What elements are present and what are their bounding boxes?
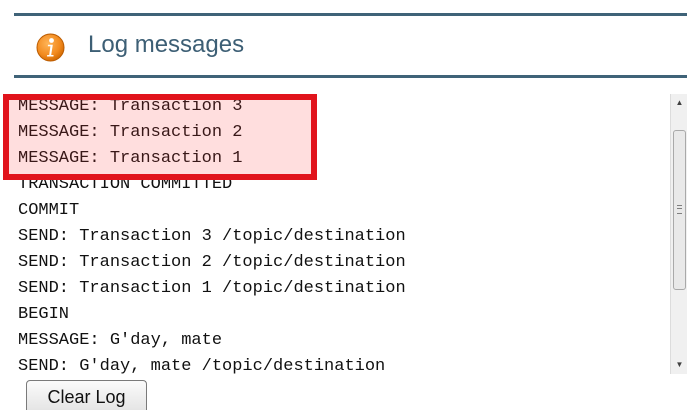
log-line: TRANSACTION COMMITTED [18, 175, 233, 194]
scroll-down-icon[interactable]: ▼ [671, 356, 687, 374]
log-line: SEND: G'day, mate /topic/destination [18, 357, 386, 374]
scroll-up-icon[interactable]: ▲ [671, 94, 687, 112]
log-line: COMMIT [18, 201, 80, 220]
info-icon [36, 33, 65, 62]
log-messages-area[interactable]: MESSAGE: Transaction 3 MESSAGE: Transact… [14, 94, 665, 374]
log-line: SEND: Transaction 2 /topic/destination [18, 253, 406, 272]
log-scrollbar[interactable]: ▲ ▼ [670, 94, 687, 374]
log-line: MESSAGE: G'day, mate [18, 331, 223, 350]
log-line: MESSAGE: Transaction 1 [18, 149, 243, 168]
page-title: Log messages [88, 31, 245, 58]
log-line: SEND: Transaction 3 /topic/destination [18, 227, 406, 246]
scrollbar-thumb[interactable] [673, 130, 686, 290]
log-header: Log messages [14, 16, 687, 78]
log-line: MESSAGE: Transaction 3 [18, 97, 243, 116]
clear-log-button[interactable]: Clear Log [26, 380, 147, 410]
grip-icon [677, 205, 682, 214]
log-line: BEGIN [18, 305, 70, 324]
log-line: SEND: Transaction 1 /topic/destination [18, 279, 406, 298]
log-line: MESSAGE: Transaction 2 [18, 123, 243, 142]
